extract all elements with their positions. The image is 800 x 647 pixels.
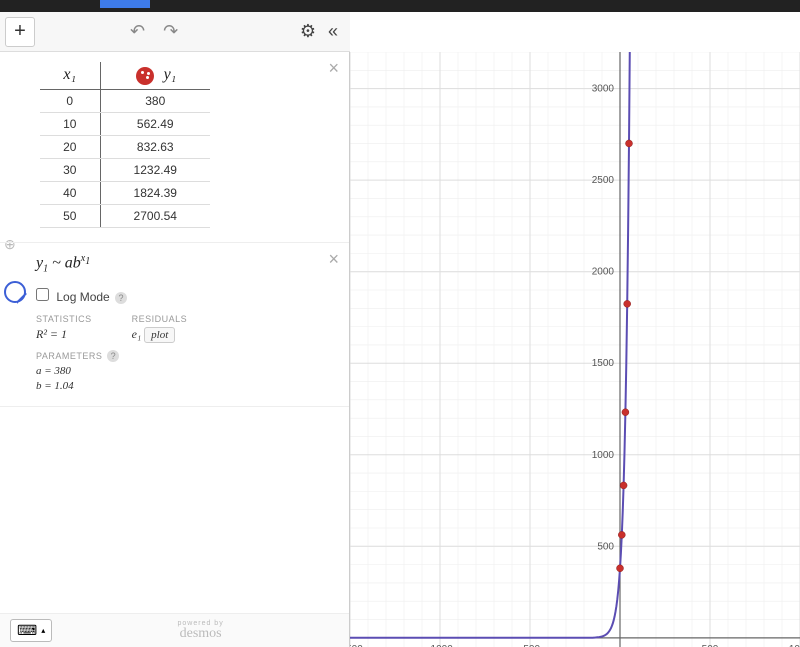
table-row[interactable]: 20832.63 [40,135,210,158]
collapse-panel-icon[interactable]: « [328,21,338,42]
table-row[interactable]: 502700.54 [40,204,210,227]
table-cell[interactable]: 832.63 [100,135,210,158]
table-cell[interactable]: 1232.49 [100,158,210,181]
settings-icon[interactable]: ⚙ [300,21,316,42]
table-row[interactable]: 301232.49 [40,158,210,181]
table-cell[interactable]: 380 [100,89,210,112]
regression-formula[interactable]: y1 ~ abx1 [36,253,329,275]
table-row[interactable]: 10562.49 [40,112,210,135]
svg-text:1000: 1000 [592,450,615,461]
table-row[interactable]: 401824.39 [40,181,210,204]
table-panel: × x₁ y₁ 038010562.4920832.63301232.49401… [0,52,349,243]
expression-list: ⊕ × x₁ y₁ 038010562.4920832.63301232.494… [0,52,350,647]
add-expression-button[interactable]: + [5,17,35,47]
parameters-label: PARAMETERS [36,351,102,361]
point-style-icon[interactable] [136,67,154,85]
regression-panel: × y1 ~ abx1 Log Mode ? STATISTICS R² = 1… [0,243,349,408]
data-table[interactable]: x₁ y₁ 038010562.4920832.63301232.4940182… [40,62,210,228]
help-icon[interactable]: ? [115,292,127,304]
redo-button[interactable]: ↷ [163,21,178,42]
param-a: a = 380 [36,365,329,377]
close-icon[interactable]: × [328,249,339,270]
svg-text:500: 500 [597,541,614,552]
residual-var: e₁ [132,327,142,341]
table-cell[interactable]: 1824.39 [100,181,210,204]
svg-text:3000: 3000 [592,84,615,95]
table-cell[interactable]: 20 [40,135,100,158]
toolbar: + ↶ ↷ ⚙ « [0,12,350,52]
svg-text:1500: 1500 [592,358,615,369]
graph-canvas[interactable]: -1500-1000-50050010005001000150020002500… [350,52,800,647]
plot-residuals-button[interactable]: plot [144,327,175,343]
graph-area[interactable]: -1500-1000-50050010005001000150020002500… [350,52,800,647]
r-squared-value: R² = 1 [36,327,92,342]
undo-button[interactable]: ↶ [130,21,145,42]
top-menubar [0,0,800,12]
param-b: b = 1.04 [36,380,329,392]
statistics-label: STATISTICS [36,314,92,324]
svg-text:2500: 2500 [592,175,615,186]
y-header: y₁ [164,66,177,83]
keyboard-button[interactable]: ⌨ ▴ [10,619,52,642]
close-icon[interactable]: × [328,58,339,79]
svg-text:2000: 2000 [592,267,615,278]
table-cell[interactable]: 0 [40,89,100,112]
residuals-label: RESIDUALS [132,314,188,324]
table-cell[interactable]: 30 [40,158,100,181]
x-header: x₁ [63,66,76,83]
log-mode-checkbox[interactable] [36,288,49,301]
table-cell[interactable]: 40 [40,181,100,204]
keyboard-icon: ⌨ [17,622,37,639]
table-cell[interactable]: 2700.54 [100,204,210,227]
table-cell[interactable]: 50 [40,204,100,227]
table-cell[interactable]: 562.49 [100,112,210,135]
table-row[interactable]: 0380 [40,89,210,112]
footer: ⌨ ▴ powered by desmos [0,613,349,647]
help-icon[interactable]: ? [107,350,119,362]
log-mode-label: Log Mode [56,290,109,304]
desmos-logo: powered by desmos [52,620,349,641]
table-cell[interactable]: 10 [40,112,100,135]
